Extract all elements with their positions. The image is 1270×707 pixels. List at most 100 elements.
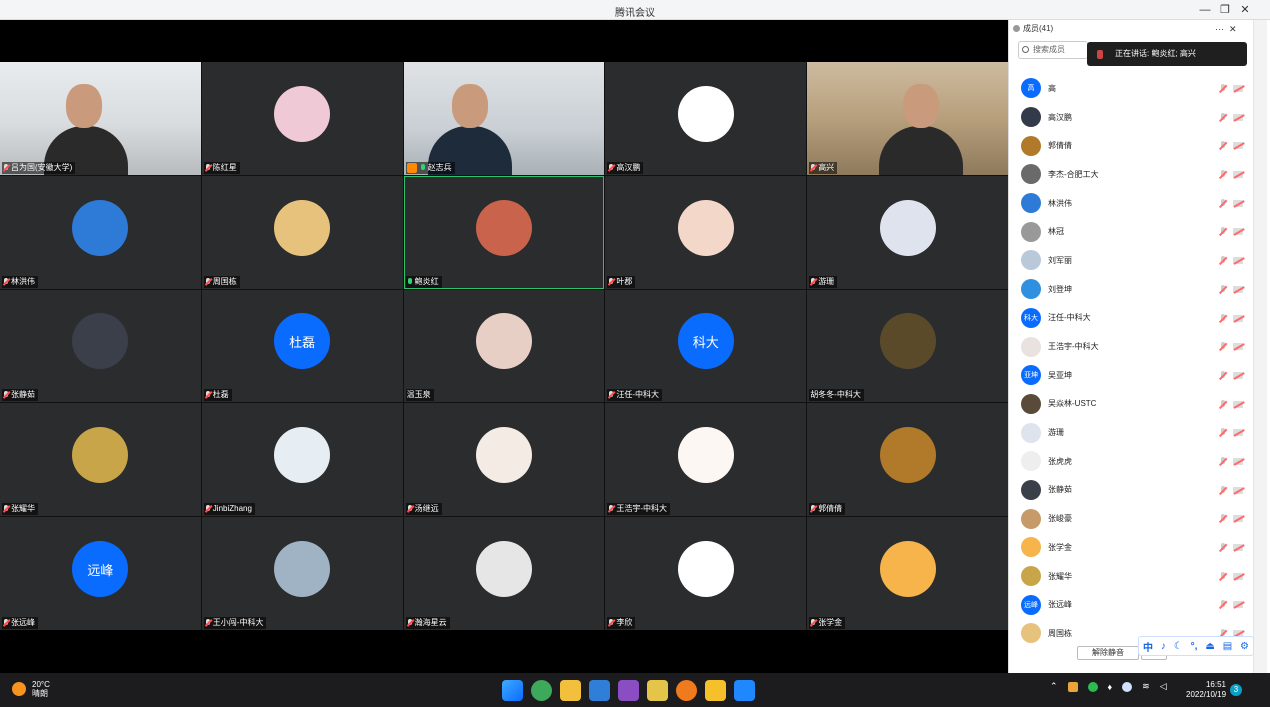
- camera-off-icon[interactable]: [1233, 199, 1243, 207]
- video-tile[interactable]: 游珊: [807, 175, 1008, 289]
- video-tile[interactable]: 张耀华: [0, 403, 201, 517]
- ime-button[interactable]: °,: [1191, 641, 1198, 652]
- member-search-input[interactable]: 搜索成员: [1018, 41, 1088, 59]
- camera-off-icon[interactable]: [1233, 429, 1243, 437]
- editor-icon[interactable]: [618, 680, 639, 701]
- restore-button[interactable]: ❐: [1216, 2, 1234, 18]
- mic-muted-icon[interactable]: [1219, 543, 1227, 552]
- mic-muted-icon[interactable]: [1219, 456, 1227, 466]
- ime-button[interactable]: ♪: [1161, 641, 1166, 652]
- member-row[interactable]: 李杰-合肥工大: [1009, 160, 1249, 189]
- camera-off-icon[interactable]: [1233, 142, 1243, 150]
- mic-muted-icon[interactable]: [1219, 112, 1227, 122]
- member-row[interactable]: 张虎虎: [1009, 447, 1249, 476]
- member-row[interactable]: 刘登坤: [1009, 275, 1249, 304]
- video-tile[interactable]: 李欣: [605, 517, 807, 630]
- member-row[interactable]: 林冠: [1009, 217, 1249, 246]
- member-row[interactable]: 远峰 张远峰: [1009, 590, 1249, 619]
- notification-badge[interactable]: 3: [1230, 684, 1242, 696]
- member-row[interactable]: 科大 汪任-中科大: [1009, 304, 1249, 333]
- ime-button[interactable]: ⚙: [1240, 641, 1249, 652]
- notes-icon[interactable]: [647, 680, 668, 701]
- clock[interactable]: 16:51 2022/10/19: [1186, 680, 1226, 700]
- video-tile[interactable]: 张静茹: [0, 289, 201, 403]
- mic-muted-icon[interactable]: [1219, 141, 1227, 150]
- video-tile[interactable]: 周国栋: [201, 175, 403, 289]
- video-tile[interactable]: JinbiZhang: [201, 403, 403, 517]
- unmute-button[interactable]: 解除静音: [1077, 646, 1139, 660]
- mic-muted-icon[interactable]: [1219, 256, 1227, 265]
- chevron-up-icon[interactable]: ⌃: [1050, 681, 1058, 692]
- video-tile[interactable]: 林洪伟: [0, 175, 201, 289]
- ime-button[interactable]: 中: [1143, 639, 1153, 654]
- tray-app-icon[interactable]: [1067, 681, 1078, 692]
- camera-off-icon[interactable]: [1233, 343, 1243, 351]
- camera-off-icon[interactable]: [1233, 257, 1243, 265]
- video-tile[interactable]: 温玉泉: [403, 289, 605, 403]
- video-tile[interactable]: 王小闯-中科大: [201, 517, 403, 630]
- video-tile[interactable]: 科大 汪任-中科大: [605, 289, 807, 403]
- camera-off-icon[interactable]: [1233, 85, 1243, 92]
- mic-muted-icon[interactable]: [1219, 485, 1227, 495]
- mic-muted-icon[interactable]: [1219, 571, 1227, 581]
- mic-muted-icon[interactable]: [1219, 370, 1227, 380]
- close-button[interactable]: ✕: [1236, 2, 1254, 18]
- member-row[interactable]: 刘军丽: [1009, 246, 1249, 275]
- wechat-icon[interactable]: [1087, 681, 1098, 692]
- camera-off-icon[interactable]: [1233, 314, 1243, 322]
- camera-off-icon[interactable]: [1233, 572, 1243, 580]
- start-icon[interactable]: [502, 680, 523, 701]
- mic-muted-icon[interactable]: [1219, 313, 1227, 323]
- camera-off-icon[interactable]: [1233, 228, 1243, 236]
- member-row[interactable]: 张耀华: [1009, 562, 1249, 591]
- mic-muted-icon[interactable]: [1219, 399, 1227, 409]
- mic-muted-icon[interactable]: [1219, 84, 1227, 93]
- video-tile[interactable]: 杜磊 杜磊: [201, 289, 403, 403]
- mic-muted-icon[interactable]: [1219, 198, 1227, 208]
- search-app-icon[interactable]: [676, 680, 697, 701]
- files-icon[interactable]: [705, 680, 726, 701]
- camera-off-icon[interactable]: [1233, 371, 1243, 379]
- wifi-icon[interactable]: ≋: [1142, 681, 1150, 692]
- camera-off-icon[interactable]: [1233, 113, 1243, 121]
- minimize-button[interactable]: —: [1196, 2, 1214, 18]
- tencent-meeting-icon[interactable]: [734, 680, 755, 701]
- video-tile[interactable]: 吕为国(安徽大学): [0, 62, 201, 175]
- ime-button[interactable]: ▤: [1223, 641, 1232, 652]
- video-tile[interactable]: 叶郡: [605, 175, 807, 289]
- video-tile[interactable]: 高汉鹏: [605, 62, 807, 175]
- member-row[interactable]: 吴焱林-USTC: [1009, 390, 1249, 419]
- camera-off-icon[interactable]: [1233, 544, 1243, 551]
- video-tile[interactable]: 陈红星: [201, 62, 403, 175]
- mail-icon[interactable]: [589, 680, 610, 701]
- video-tile[interactable]: 张学金: [807, 517, 1008, 630]
- mic-muted-icon[interactable]: [1219, 514, 1227, 523]
- ime-button[interactable]: ☾: [1174, 641, 1183, 652]
- member-row[interactable]: 王浩宇-中科大: [1009, 332, 1249, 361]
- member-row[interactable]: 亚坤 吴亚坤: [1009, 361, 1249, 390]
- video-tile[interactable]: 高兴: [807, 62, 1008, 175]
- video-tile[interactable]: 赵志兵: [403, 62, 605, 175]
- close-panel-button[interactable]: ✕: [1229, 20, 1237, 38]
- video-tile[interactable]: 郭倩倩: [807, 403, 1008, 517]
- camera-off-icon[interactable]: [1233, 400, 1243, 408]
- mic-muted-icon[interactable]: [1219, 600, 1227, 609]
- camera-off-icon[interactable]: [1233, 601, 1243, 609]
- volume-icon[interactable]: ◁: [1160, 681, 1167, 692]
- mic-muted-icon[interactable]: [1219, 342, 1227, 351]
- camera-off-icon[interactable]: [1233, 171, 1243, 179]
- member-row[interactable]: 游珊: [1009, 418, 1249, 447]
- member-list-scrollbar[interactable]: [1253, 20, 1267, 673]
- video-tile[interactable]: 汤继远: [403, 403, 605, 517]
- video-tile[interactable]: 鲍炎红: [403, 175, 605, 289]
- mic-tray-icon[interactable]: ♦: [1108, 682, 1113, 692]
- camera-off-icon[interactable]: [1233, 457, 1243, 465]
- mic-muted-icon[interactable]: [1219, 428, 1227, 437]
- video-tile[interactable]: 远峰 张远峰: [0, 517, 201, 630]
- weather-widget[interactable]: 20°C 晴朗: [12, 680, 50, 698]
- more-icon[interactable]: ···: [1215, 20, 1224, 38]
- folder-icon[interactable]: [560, 680, 581, 701]
- mic-muted-icon[interactable]: [1219, 170, 1227, 179]
- member-row[interactable]: 张峻豪: [1009, 504, 1249, 533]
- member-row[interactable]: 高汉鹏: [1009, 103, 1249, 132]
